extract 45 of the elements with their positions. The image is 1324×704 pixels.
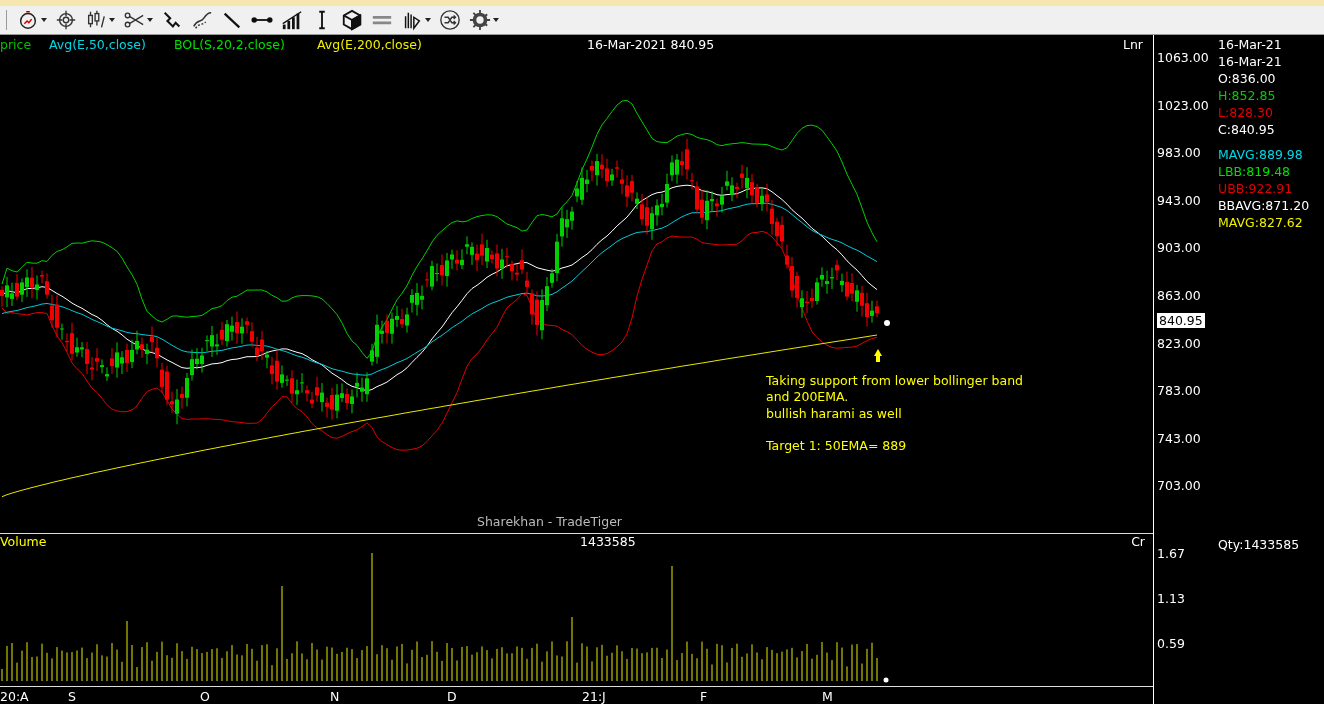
- date-axis-label: 20:A: [0, 689, 29, 704]
- volume-axis-label: 0.59: [1157, 636, 1185, 651]
- indicator-value: BBAVG:871.20: [1218, 197, 1311, 214]
- date-price-header: 16-Mar-2021 840.95: [587, 37, 715, 52]
- indicator-value: MAVG:827.62: [1218, 214, 1304, 231]
- ohlc-value: 16-Mar-21: [1218, 53, 1283, 70]
- scale-mode-label: Lnr: [1122, 37, 1143, 52]
- volume-title: Volume: [0, 534, 47, 549]
- price-axis-label: 703.00: [1157, 478, 1201, 494]
- date-axis-label: M: [822, 689, 833, 704]
- date-axis-label: D: [447, 689, 457, 704]
- price-axis-label: 983.00: [1157, 145, 1201, 161]
- price-axis-label: 823.00: [1157, 335, 1201, 351]
- volume-axis-label: 1.67: [1157, 546, 1185, 561]
- volume-value: 1433585: [580, 534, 636, 549]
- annotation-text: Taking support from lower bollinger band and 200EMA. bullish harami as well Target 1: 50EMA= 889: [766, 373, 1024, 455]
- date-axis-label: 21:J: [582, 689, 606, 704]
- ohlc-value: C:840.95: [1218, 121, 1276, 138]
- price-axis-label: 943.00: [1157, 192, 1201, 208]
- price-axis-label: 743.00: [1157, 430, 1201, 446]
- date-axis-label: N: [330, 689, 340, 704]
- indicator-label: Avg(E,200,close): [317, 37, 422, 52]
- indicator-value: UBB:922.91: [1218, 180, 1294, 197]
- volume-unit-label: Cr: [1131, 534, 1145, 549]
- chart-label: Sharekhan - TradeTiger: [477, 514, 622, 529]
- date-axis-label: F: [700, 689, 708, 704]
- price-axis-label: 903.00: [1157, 240, 1201, 256]
- price-axis-label: 863.00: [1157, 288, 1201, 303]
- price-axis-label: 783.00: [1157, 383, 1201, 399]
- last-price-label: 840.95: [1157, 313, 1205, 328]
- indicator-value: LBB:819.48: [1218, 163, 1292, 180]
- volume-axis-label: 1.13: [1157, 591, 1185, 606]
- ohlc-value: O:836.00: [1218, 70, 1277, 87]
- price-axis-label: 1023.00: [1157, 97, 1209, 113]
- date-axis-label: S: [68, 689, 76, 704]
- indicator-label: Avg(E,50,close): [49, 37, 147, 52]
- price-axis-label: 1063.00: [1157, 50, 1209, 65]
- quantity-value: Qty:1433585: [1218, 537, 1300, 552]
- indicator-value: MAVG:889.98: [1218, 146, 1304, 163]
- indicator-label: BOL(S,20,2,close): [174, 37, 286, 52]
- date-axis-label: O: [200, 689, 210, 704]
- ohlc-value: L:828.30: [1218, 104, 1274, 121]
- ohlc-value: 16-Mar-21: [1218, 36, 1283, 53]
- ohlc-value: H:852.85: [1218, 87, 1277, 104]
- indicator-label: price: [0, 37, 33, 52]
